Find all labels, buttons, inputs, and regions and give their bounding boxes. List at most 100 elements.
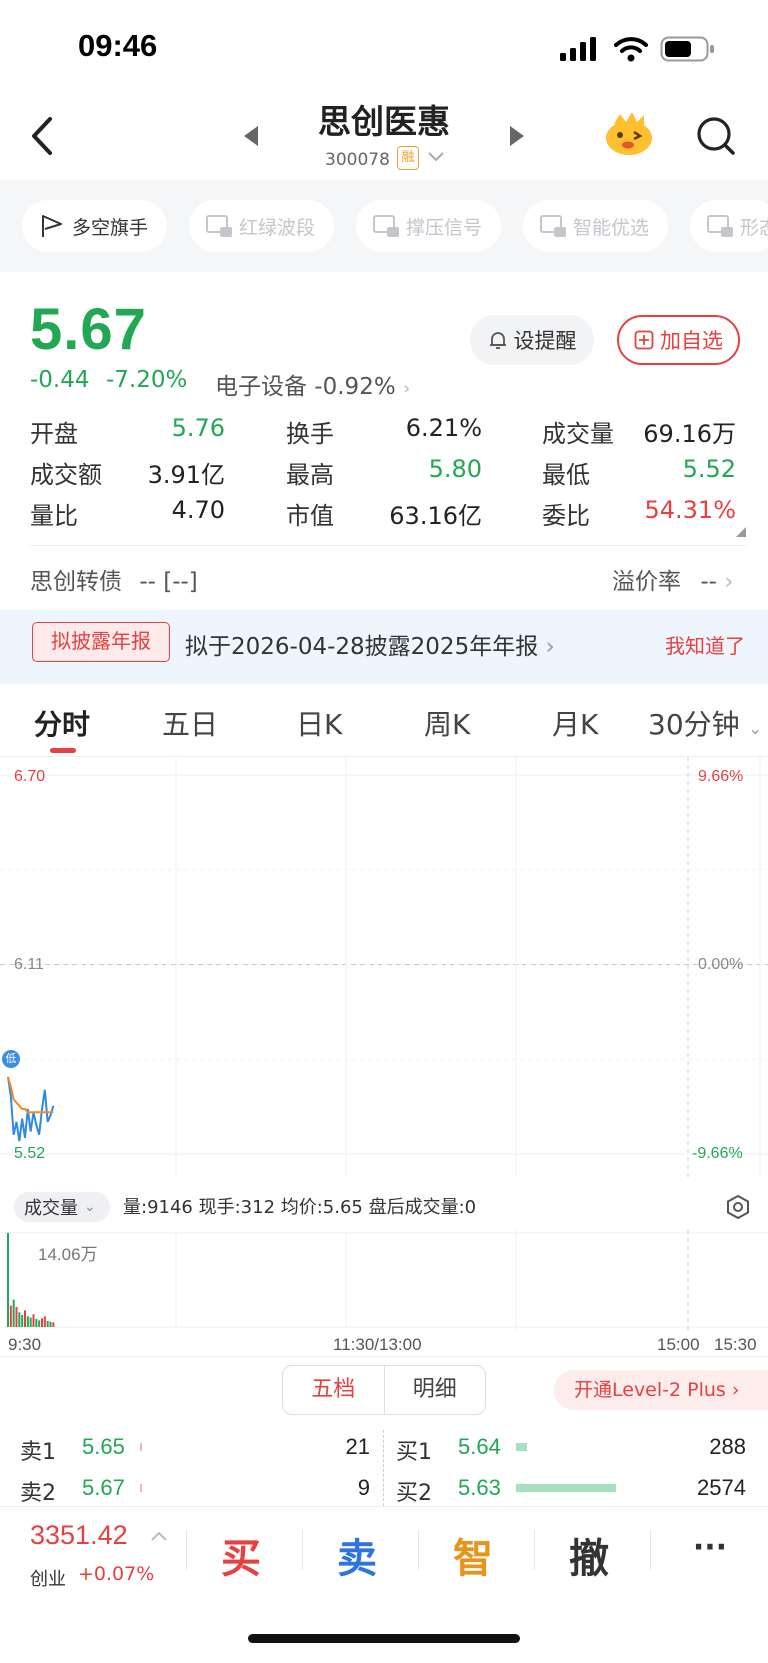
stat-value-market-cap: 63.16亿 xyxy=(389,502,482,530)
tab-30min-label: 30分钟 xyxy=(648,708,740,741)
tool-chip-smart-pick[interactable]: 智能优选 xyxy=(523,200,668,252)
volume-bar xyxy=(43,1316,46,1327)
price-line xyxy=(7,1076,55,1142)
lock-chart-icon xyxy=(373,215,399,237)
ask1-volume: 21 xyxy=(345,1434,370,1459)
stat-label-commission-ratio: 委比 xyxy=(542,502,590,530)
y-axis-high-pct: 9.66% xyxy=(698,768,744,785)
sector-link[interactable]: 电子设备 -0.92% › xyxy=(215,367,410,401)
order-book-tabs: 五档 明细 xyxy=(282,1365,486,1415)
next-stock-icon[interactable] xyxy=(508,124,526,148)
volume-bar xyxy=(26,1316,29,1327)
dismiss-notice-button[interactable]: 我知道了 xyxy=(665,630,745,659)
sell-button[interactable]: 卖 xyxy=(302,1526,412,1584)
lock-chart-icon xyxy=(540,215,566,237)
indicator-select-label: 成交量 xyxy=(24,1198,78,1219)
add-watchlist-label: 加自选 xyxy=(660,329,723,353)
bid2-depth-bar xyxy=(516,1484,616,1492)
premium-value: -- xyxy=(700,569,717,595)
divider xyxy=(383,1430,384,1506)
tool-chip-bull-bear[interactable]: 多空旗手 xyxy=(22,200,167,252)
expand-corner-icon[interactable] xyxy=(736,527,746,537)
tool-chip-pattern[interactable]: 形态 xyxy=(690,200,768,252)
tool-chip-label: 红绿波段 xyxy=(239,216,316,239)
stat-value-open: 5.76 xyxy=(171,414,225,442)
settings-icon[interactable] xyxy=(725,1194,751,1220)
volume-bar xyxy=(29,1317,32,1327)
bid1-depth-bar xyxy=(516,1443,527,1451)
ask2-volume: 9 xyxy=(357,1475,370,1500)
stat-label-amount: 成交额 xyxy=(30,461,102,489)
chevron-right-icon: › xyxy=(545,634,555,660)
stat-label-volume: 成交量 xyxy=(542,420,614,448)
x-axis-midday: 11:30/13:00 xyxy=(333,1335,422,1354)
flag-icon xyxy=(42,215,62,237)
x-axis-close: 15:00 xyxy=(657,1335,700,1354)
divider xyxy=(650,1530,651,1570)
volume-bar xyxy=(32,1314,35,1327)
tool-chip-support-resist[interactable]: 撑压信号 xyxy=(356,200,501,252)
tab-monthly-k[interactable]: 月K xyxy=(552,703,598,743)
level2-upgrade-button[interactable]: 开通Level-2 Plus › xyxy=(554,1370,768,1410)
tool-chip-label: 智能优选 xyxy=(573,216,650,239)
y-axis-base-pct: 0.00% xyxy=(698,956,744,973)
bid1-price[interactable]: 5.64 xyxy=(458,1434,501,1460)
volume-grid xyxy=(0,1230,768,1330)
y-axis-low-pct: -9.66% xyxy=(692,1145,743,1162)
indicator-select[interactable]: 成交量 ⌄ xyxy=(14,1192,110,1222)
y-axis-base-price: 6.11 xyxy=(14,956,44,973)
tab-five-levels[interactable]: 五档 xyxy=(283,1366,384,1414)
volume-bar xyxy=(24,1310,26,1327)
bid2-price[interactable]: 5.63 xyxy=(458,1475,501,1501)
chart-series xyxy=(7,1076,55,1142)
index-value[interactable]: 3351.42 xyxy=(30,1520,128,1551)
premium-rate-row[interactable]: 溢价率 -- › xyxy=(612,562,733,596)
stat-value-low: 5.52 xyxy=(682,455,736,483)
tab-five-day[interactable]: 五日 xyxy=(162,703,218,743)
intraday-chart[interactable] xyxy=(0,757,768,1177)
y-axis-low-price: 5.52 xyxy=(14,1145,46,1162)
index-name: 创业 xyxy=(30,1569,66,1590)
buy-button[interactable]: 买 xyxy=(186,1526,296,1584)
chevron-down-icon: ⌄ xyxy=(748,719,762,738)
tab-trade-detail[interactable]: 明细 xyxy=(385,1366,486,1414)
stat-value-commission-ratio: 54.31% xyxy=(644,496,736,524)
notice-tag: 拟披露年报 xyxy=(32,622,170,662)
ask2-price[interactable]: 5.67 xyxy=(82,1475,125,1501)
chevron-up-icon[interactable] xyxy=(150,1530,168,1542)
stat-value-turnover: 6.21% xyxy=(405,414,482,442)
volume-info: 量:9146 现手:312 均价:5.65 盘后成交量:0 xyxy=(123,1197,477,1218)
search-icon[interactable] xyxy=(696,116,736,158)
status-time: 09:46 xyxy=(78,28,158,63)
stat-label-high: 最高 xyxy=(286,461,334,489)
notice-link[interactable]: 拟于2026-04-28披露2025年年报 › xyxy=(185,627,555,661)
ask1-price[interactable]: 5.65 xyxy=(82,1434,125,1460)
tool-chip-label: 撑压信号 xyxy=(406,216,483,239)
set-alert-label: 设提醒 xyxy=(513,329,577,353)
convertible-bond-row[interactable]: 思创转债 -- [--] xyxy=(30,562,198,596)
volume-bar xyxy=(41,1318,43,1327)
tab-weekly-k[interactable]: 周K xyxy=(424,703,470,743)
tab-intraday[interactable]: 分时 xyxy=(34,703,90,743)
add-watchlist-button[interactable]: 加自选 xyxy=(617,315,740,365)
volume-max-label: 14.06万 xyxy=(38,1245,98,1264)
stat-value-high: 5.80 xyxy=(428,455,482,483)
mascot-icon[interactable] xyxy=(604,110,654,156)
set-alert-button[interactable]: 设提醒 xyxy=(470,315,594,365)
lock-chart-icon xyxy=(707,215,733,237)
chevron-down-icon[interactable] xyxy=(427,151,445,163)
tool-chip-red-green[interactable]: 红绿波段 xyxy=(189,200,334,252)
level2-label: 开通Level-2 Plus xyxy=(574,1379,726,1401)
smart-trade-button[interactable]: 智 xyxy=(418,1526,528,1584)
tool-chip-label: 多空旗手 xyxy=(72,216,149,239)
stat-label-open: 开盘 xyxy=(30,420,78,448)
ask2-label: 卖2 xyxy=(20,1481,56,1506)
tab-daily-k[interactable]: 日K xyxy=(296,703,342,743)
more-button[interactable]: ··· xyxy=(655,1530,765,1565)
stat-value-volume: 69.16万 xyxy=(643,420,736,448)
tab-30min[interactable]: 30分钟 ⌄ xyxy=(648,703,762,743)
index-change: +0.07% xyxy=(78,1563,155,1585)
cancel-order-button[interactable]: 撤 xyxy=(534,1526,644,1584)
stat-label-low: 最低 xyxy=(542,461,590,489)
tool-chip-label: 形态 xyxy=(740,216,768,239)
